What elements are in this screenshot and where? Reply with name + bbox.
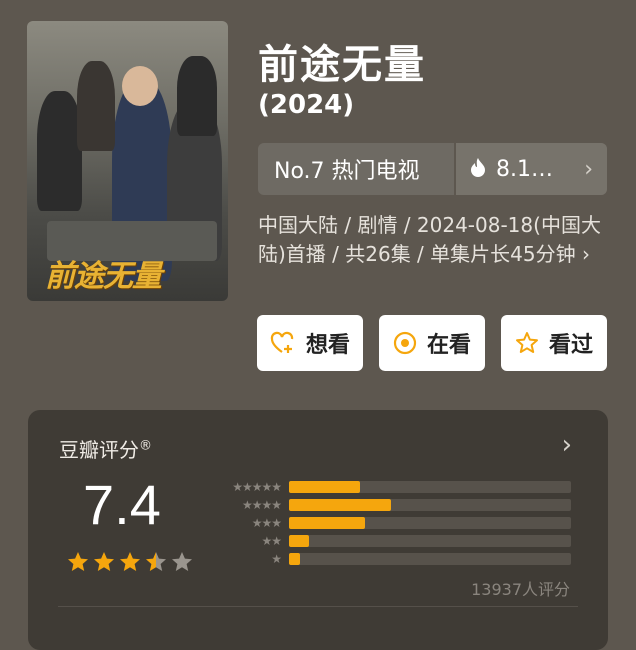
rating-bar-track [289,499,571,511]
watching-button[interactable]: 在看 [379,315,485,371]
release-year: (2024) [258,90,355,120]
want-to-watch-button[interactable]: 想看 [257,315,363,371]
rating-bar-fill [289,535,309,547]
chevron-right-icon: › [584,156,593,182]
rating-bar-track [289,535,571,547]
rating-row-4: ★★★★ [209,498,571,512]
rating-row-stars: ★★★★★ [232,480,282,494]
rating-count: 13937人评分 [471,580,570,599]
chevron-right-icon[interactable]: › [562,430,572,460]
watching-label: 在看 [426,333,471,358]
heat-score[interactable]: 8.1… › [456,143,607,195]
star-outline-icon [515,331,539,355]
rank-label: No.7 热门电视 [274,159,420,184]
rating-bar-fill [289,553,301,565]
star-filled-icon [118,550,144,578]
poster-title-text: 前途无量 [45,259,162,294]
rating-card[interactable]: 豆瓣评分® › 7.4 ★★★★★ ★★★★ ★★★ ★★ ★ 13937人评分 [28,410,608,650]
heart-plus-icon [270,331,296,355]
rating-header: 豆瓣评分® [59,438,152,462]
rank-bar[interactable]: No.7 热门电视 8.1… › [258,143,607,195]
star-empty-icon [170,550,196,578]
rating-score: 7.4 [83,473,161,536]
rating-row-stars: ★★ [261,534,282,548]
rating-row-3: ★★★ [209,516,571,530]
poster-image[interactable]: 前途无量 [27,21,228,301]
rating-bar-fill [289,481,360,493]
heat-value: 8.1… [496,156,553,182]
watched-button[interactable]: 看过 [501,315,607,371]
flame-icon [470,157,486,182]
rating-row-stars: ★★★ [251,516,282,530]
rating-row-5: ★★★★★ [209,480,571,494]
meta-info[interactable]: 中国大陆 / 剧情 / 2024-08-18(中国大陆)首播 / 共26集 / … [258,211,608,269]
rating-bar-track [289,481,571,493]
rating-row-stars: ★★★★ [241,498,282,512]
star-filled-icon [66,550,92,578]
rating-row-1: ★ [209,552,571,566]
want-to-watch-label: 想看 [305,333,350,358]
watched-label: 看过 [548,333,593,358]
rating-stars [66,550,196,578]
rating-bar-track [289,517,571,529]
star-filled-icon [92,550,118,578]
divider [58,606,578,607]
target-icon [393,331,417,355]
rating-bar-fill [289,499,391,511]
rating-row-stars: ★ [271,552,282,566]
rating-row-2: ★★ [209,534,571,548]
star-half-icon [144,550,170,578]
page-title: 前途无量 [258,42,426,88]
rating-bar-track [289,553,571,565]
rating-bar-fill [289,517,366,529]
